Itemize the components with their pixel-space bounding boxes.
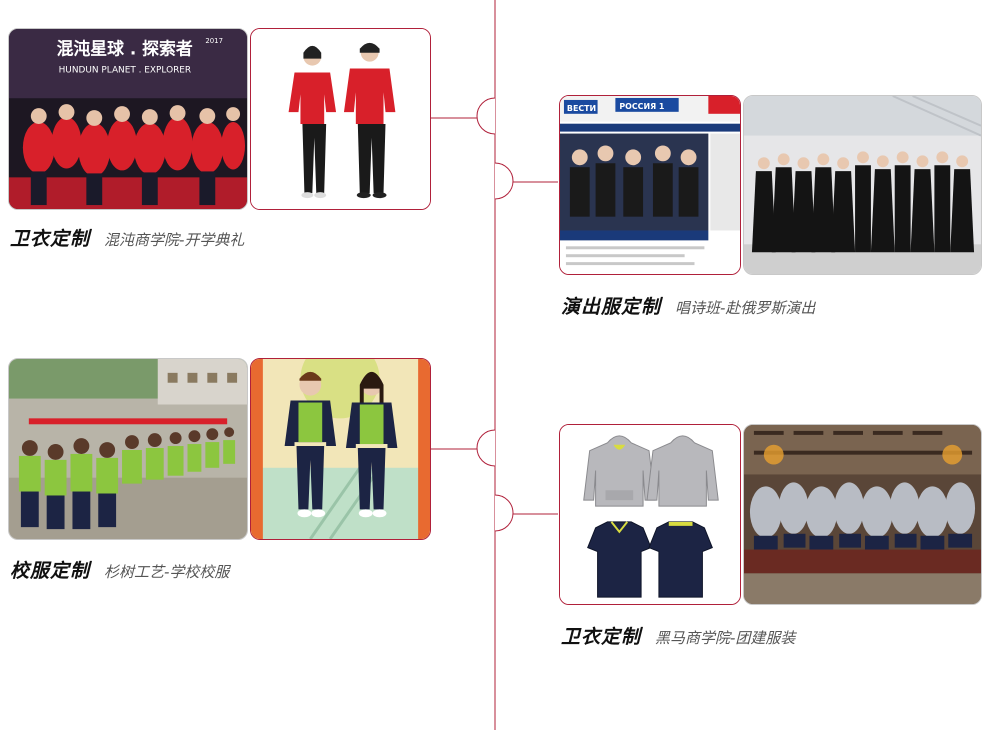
- caption-entry-2: 演出服定制 唱诗班-赴俄罗斯演出: [561, 292, 815, 319]
- caption-title: 演出服定制: [561, 296, 662, 318]
- caption-entry-3: 校服定制 杉树工艺-学校校服: [10, 556, 229, 583]
- red-hoodie-design: [250, 28, 431, 210]
- choir-group-photo: [743, 95, 982, 275]
- caption-title: 校服定制: [10, 560, 91, 582]
- event-banner-title: 混沌星球 . 探索者: [57, 39, 193, 59]
- school-children-photo: [8, 358, 248, 540]
- caption-subtitle: 唱诗班-赴俄罗斯演出: [675, 299, 816, 317]
- tv-channel-logo: РОССИЯ 1: [619, 102, 664, 111]
- timeline-notch: [476, 429, 496, 467]
- caption-subtitle: 黑马商学院-团建服装: [655, 629, 796, 647]
- russian-tv-screenshot: ВЕСТИ РОССИЯ 1: [559, 95, 741, 275]
- caption-subtitle: 杉树工艺-学校校服: [104, 563, 230, 581]
- hundun-event-photo: 混沌星球 . 探索者 HUNDUN PLANET . EXPLORER 2017: [8, 28, 248, 210]
- school-uniform-design: [250, 358, 431, 540]
- event-banner-year: 2017: [205, 37, 223, 45]
- timeline-notch: [494, 162, 514, 200]
- event-banner-subtitle: HUNDUN PLANET . EXPLORER: [59, 66, 192, 76]
- caption-title: 卫衣定制: [10, 228, 91, 250]
- caption-subtitle: 混沌商学院-开学典礼: [104, 231, 245, 249]
- team-building-photo: [743, 424, 982, 605]
- hoodie-polo-design: [559, 424, 741, 605]
- timeline-notch: [494, 494, 514, 532]
- timeline-notch: [476, 97, 496, 135]
- tv-brand-logo: ВЕСТИ: [567, 104, 596, 113]
- caption-entry-4: 卫衣定制 黑马商学院-团建服装: [561, 622, 795, 649]
- caption-title: 卫衣定制: [561, 626, 642, 648]
- caption-entry-1: 卫衣定制 混沌商学院-开学典礼: [10, 224, 244, 251]
